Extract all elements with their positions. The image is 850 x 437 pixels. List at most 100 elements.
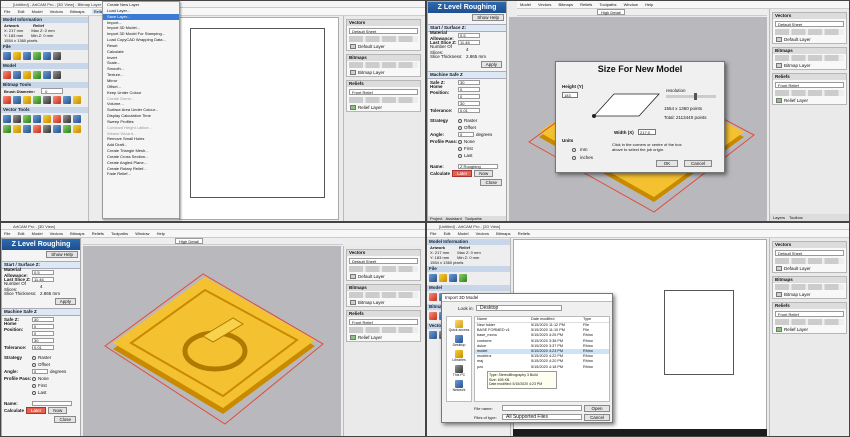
polyline-icon[interactable]: [63, 115, 71, 123]
flood-icon[interactable]: [53, 96, 61, 104]
brush-diameter-input[interactable]: 0: [41, 88, 64, 94]
resolution-slider-thumb[interactable]: [694, 93, 697, 100]
color-pick-icon[interactable]: [43, 96, 51, 104]
q4-relief-layer-tools[interactable]: [775, 319, 844, 325]
model-merge-icon[interactable]: [53, 71, 61, 79]
place-this-pc[interactable]: This PC: [447, 373, 471, 377]
relief-layer-tools[interactable]: [349, 97, 418, 103]
safe-z-input[interactable]: 30: [458, 80, 480, 85]
pencil-icon[interactable]: [13, 96, 21, 104]
menu-file[interactable]: File: [4, 9, 10, 14]
q4-vector-layer-tools[interactable]: [775, 258, 844, 264]
q3-3d-view[interactable]: [83, 246, 341, 436]
q3-home-y-input[interactable]: 0: [32, 331, 54, 336]
offset-vector-icon[interactable]: [3, 125, 11, 133]
default-layer-row[interactable]: Default Layer: [347, 43, 420, 50]
now-button[interactable]: Now: [474, 170, 494, 177]
close-button[interactable]: Close: [480, 179, 502, 186]
model-origin-icon[interactable]: [13, 71, 21, 79]
this-pc-icon[interactable]: [455, 365, 463, 373]
angle-input[interactable]: 0: [458, 132, 474, 137]
q4-relief-layer-row[interactable]: Relief Layer: [773, 326, 846, 333]
q3-relief-layer-row[interactable]: Relief Layer: [347, 334, 420, 341]
q4-bitmap-layer-row[interactable]: Bitmap Layer: [773, 291, 846, 298]
q4-import-icon[interactable]: [459, 274, 467, 282]
menu-vectors[interactable]: Vectors: [50, 9, 63, 14]
align-icon[interactable]: [43, 125, 51, 133]
look-in-select[interactable]: Desktop: [476, 305, 562, 311]
import-cancel-button[interactable]: Cancel: [584, 414, 610, 421]
relief-layer-row[interactable]: Relief Layer: [347, 104, 420, 111]
q3-menu-reliefs[interactable]: Reliefs: [92, 231, 104, 236]
q3-later-button[interactable]: Later: [26, 407, 47, 414]
model-border-icon[interactable]: [23, 71, 31, 79]
offset-radio[interactable]: [458, 125, 462, 130]
q4-save-icon[interactable]: [449, 274, 457, 282]
2d-view[interactable]: [179, 17, 339, 220]
width-input[interactable]: 217.0: [638, 129, 656, 135]
q2-relief-layer-tools[interactable]: [775, 90, 844, 96]
q2-vector-sheet-select[interactable]: Default Sheet: [775, 21, 844, 27]
open-model-icon[interactable]: [13, 52, 21, 60]
place-libraries[interactable]: Libraries: [447, 358, 471, 362]
bitmap-layer-tools[interactable]: [349, 62, 418, 68]
quick-access-icon[interactable]: [455, 320, 463, 328]
q3-profile-last-radio[interactable]: [32, 390, 36, 395]
polygon-icon[interactable]: [33, 115, 41, 123]
q3-detail-select[interactable]: High Detail: [175, 238, 203, 244]
text-icon[interactable]: [53, 115, 61, 123]
q3-relief-layer-tools[interactable]: [349, 327, 418, 333]
q2-bitmap-layer-row[interactable]: Bitmap Layer: [773, 62, 846, 69]
q4-menu-bitmaps[interactable]: Bitmaps: [496, 231, 510, 236]
q3-bitmap-layer-tools[interactable]: [349, 292, 418, 298]
q3-menu-toolpaths[interactable]: Toolpaths: [111, 231, 128, 236]
apply-button[interactable]: Apply: [480, 61, 502, 68]
q3-now-button[interactable]: Now: [48, 407, 68, 414]
q2-menu-vectors[interactable]: Vectors: [538, 2, 551, 7]
q2-bitmap-layer-tools[interactable]: [775, 55, 844, 61]
q2-menu-model[interactable]: Model: [520, 2, 531, 7]
q3-home-z-input[interactable]: 30: [32, 338, 54, 343]
q2-menu-reliefs[interactable]: Reliefs: [580, 2, 592, 7]
q2-default-layer-row[interactable]: Default Layer: [773, 36, 846, 43]
q3-relief-select[interactable]: Front Relief: [349, 319, 418, 325]
place-network[interactable]: Network: [447, 388, 471, 392]
print-icon[interactable]: [53, 52, 61, 60]
weld-icon[interactable]: [13, 125, 21, 133]
menu-bitmaps[interactable]: Bitmaps: [70, 9, 84, 14]
desktop-icon[interactable]: [455, 335, 463, 343]
q4-open-model-icon[interactable]: [439, 274, 447, 282]
relief-select[interactable]: Front Relief: [349, 89, 418, 95]
q3-name-input[interactable]: [32, 401, 72, 406]
eraser-icon[interactable]: [33, 96, 41, 104]
q3-menu-window[interactable]: Window: [135, 231, 149, 236]
tab-layers[interactable]: Layers: [773, 214, 785, 221]
col-name-header[interactable]: Name: [475, 317, 531, 322]
menu-item-fade-relief[interactable]: Fade Relief...: [103, 171, 179, 177]
node-edit-icon[interactable]: [73, 115, 81, 123]
q4-vector-sheet-select[interactable]: Default Sheet: [775, 250, 844, 256]
model-origin-diagram[interactable]: [584, 86, 664, 126]
q2-menu-help[interactable]: Help: [645, 2, 653, 7]
q3-menu-edit[interactable]: Edit: [18, 231, 25, 236]
menu-edit[interactable]: Edit: [18, 9, 25, 14]
q4-paint-brush-icon[interactable]: [429, 312, 437, 320]
file-name-input[interactable]: [502, 405, 582, 411]
q3-offset-radio[interactable]: [32, 362, 36, 367]
fillet-icon[interactable]: [33, 125, 41, 133]
file-row[interactable]: pzo 5/15/2020 4:18 PM Rhino: [475, 365, 609, 370]
q2-vector-layer-tools[interactable]: [775, 29, 844, 35]
rectangle-icon[interactable]: [13, 115, 21, 123]
q4-menu-edit[interactable]: Edit: [444, 231, 451, 236]
model-rotate-icon[interactable]: [43, 71, 51, 79]
file-type-select[interactable]: All Supported Files: [502, 414, 582, 420]
home-z-input[interactable]: 30: [458, 101, 480, 106]
resolution-slider[interactable]: [666, 93, 716, 100]
color-link-icon[interactable]: [73, 96, 81, 104]
home-y-input[interactable]: 0: [458, 94, 480, 99]
place-desktop[interactable]: Desktop: [447, 343, 471, 347]
model-mirror-icon[interactable]: [33, 71, 41, 79]
q3-menu-file[interactable]: File: [4, 231, 10, 236]
q4-menu-model[interactable]: Model: [458, 231, 469, 236]
new-model-icon[interactable]: [3, 52, 11, 60]
